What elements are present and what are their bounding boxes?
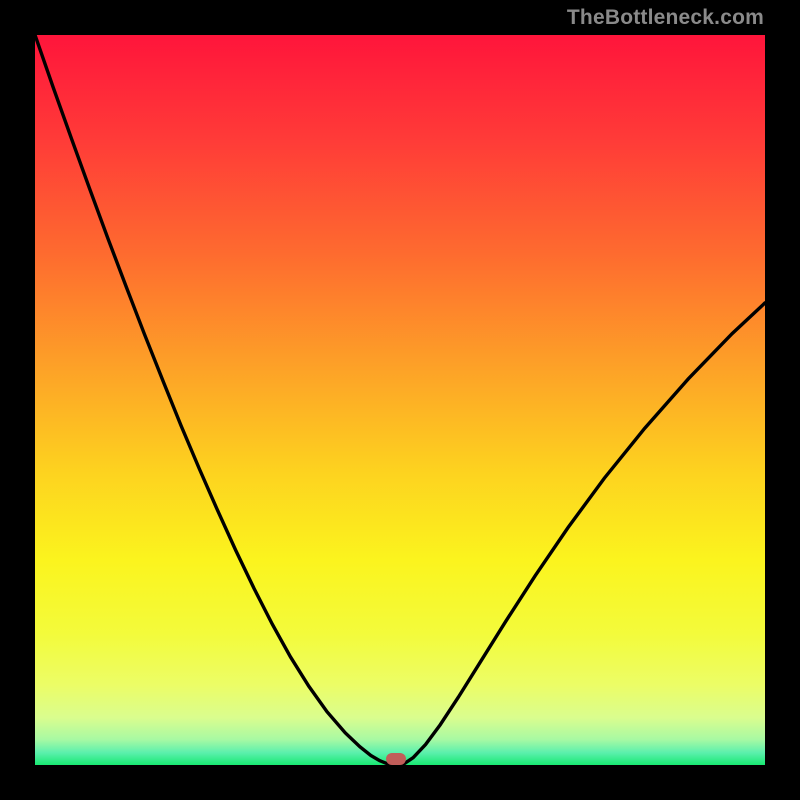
optimum-marker: [386, 753, 406, 765]
chart-frame: TheBottleneck.com: [0, 0, 800, 800]
plot-area: [35, 35, 765, 765]
watermark-text: TheBottleneck.com: [567, 6, 764, 30]
bottleneck-curve: [35, 35, 765, 765]
